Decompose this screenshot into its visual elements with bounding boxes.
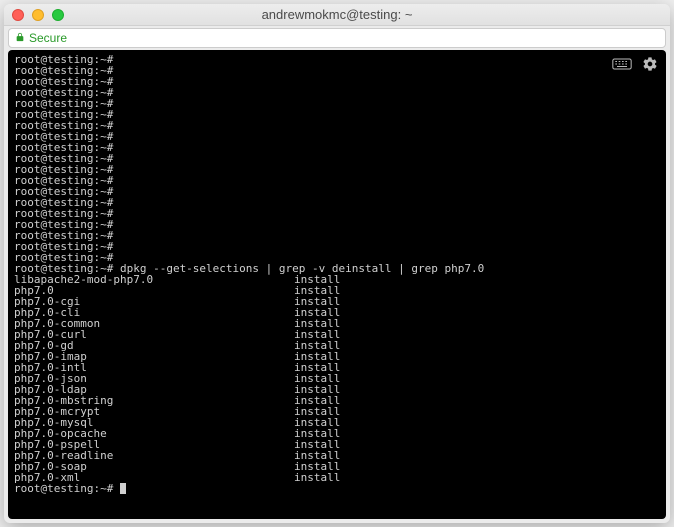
address-bar[interactable]: Secure	[8, 28, 666, 48]
terminal-pane[interactable]: root@testing:~#root@testing:~#root@testi…	[8, 50, 666, 519]
package-name: libapache2-mod-php7.0	[14, 274, 294, 285]
terminal-window: andrewmokmc@testing: ~ Secure root@testi…	[4, 4, 670, 523]
gear-icon[interactable]	[642, 56, 658, 77]
prompt-line-cursor: root@testing:~#	[14, 483, 660, 494]
window-title: andrewmokmc@testing: ~	[4, 7, 670, 22]
fullscreen-button[interactable]	[52, 9, 64, 21]
package-status: install	[294, 471, 340, 484]
cursor	[120, 483, 126, 494]
traffic-lights	[4, 9, 64, 21]
secure-label: Secure	[29, 31, 67, 45]
terminal-output: root@testing:~#root@testing:~#root@testi…	[14, 54, 660, 494]
close-button[interactable]	[12, 9, 24, 21]
titlebar[interactable]: andrewmokmc@testing: ~	[4, 4, 670, 26]
minimize-button[interactable]	[32, 9, 44, 21]
lock-icon	[15, 32, 25, 45]
keyboard-icon[interactable]	[612, 56, 632, 77]
terminal-toolbar-icons	[612, 56, 658, 77]
